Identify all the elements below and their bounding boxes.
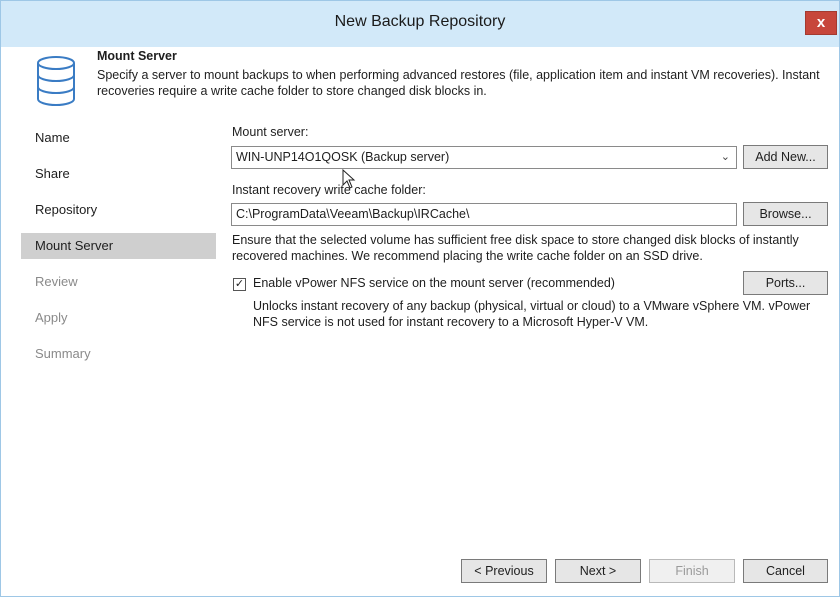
next-button[interactable]: Next > <box>555 559 641 583</box>
disk-space-note: Ensure that the selected volume has suff… <box>232 233 799 263</box>
cache-folder-label: Instant recovery write cache folder: <box>232 183 426 197</box>
nav-item-name[interactable]: Name <box>21 125 216 151</box>
browse-button[interactable]: Browse... <box>743 202 828 226</box>
cancel-button[interactable]: Cancel <box>743 559 828 583</box>
finish-button: Finish <box>649 559 735 583</box>
mount-server-label: Mount server: <box>232 125 309 139</box>
close-button[interactable]: x <box>805 11 837 35</box>
add-new-button[interactable]: Add New... <box>743 145 828 169</box>
window-title: New Backup Repository <box>334 13 506 30</box>
title-bar[interactable]: New Backup Repository x <box>1 1 839 47</box>
nav-item-share[interactable]: Share <box>21 161 216 187</box>
mount-server-select[interactable]: WIN-UNP14O1QOSK (Backup server) ⌄ <box>231 146 737 169</box>
nfs-checkbox[interactable]: ✓ <box>233 278 246 291</box>
nfs-checkbox-label[interactable]: Enable vPower NFS service on the mount s… <box>253 276 615 290</box>
nav-item-review: Review <box>35 274 78 289</box>
nav-item-repository[interactable]: Repository <box>21 197 216 223</box>
nav-item-apply: Apply <box>35 310 68 325</box>
mouse-cursor-icon <box>342 169 356 189</box>
database-icon <box>37 56 75 106</box>
step-description: Specify a server to mount backups to whe… <box>97 68 820 98</box>
nav-item-mount-server[interactable]: Mount Server <box>21 233 216 259</box>
nav-item-summary: Summary <box>35 346 91 361</box>
nfs-note: Unlocks instant recovery of any backup (… <box>253 299 811 329</box>
chevron-down-icon: ⌄ <box>720 151 730 163</box>
ports-button[interactable]: Ports... <box>743 271 828 295</box>
mount-server-value: WIN-UNP14O1QOSK (Backup server) <box>236 150 450 164</box>
wizard-window: New Backup Repository x Mount Server Spe… <box>0 0 840 597</box>
cache-folder-input[interactable]: C:\ProgramData\Veeam\Backup\IRCache\ <box>231 203 737 226</box>
previous-button[interactable]: < Previous <box>461 559 547 583</box>
step-title: Mount Server <box>97 49 177 63</box>
